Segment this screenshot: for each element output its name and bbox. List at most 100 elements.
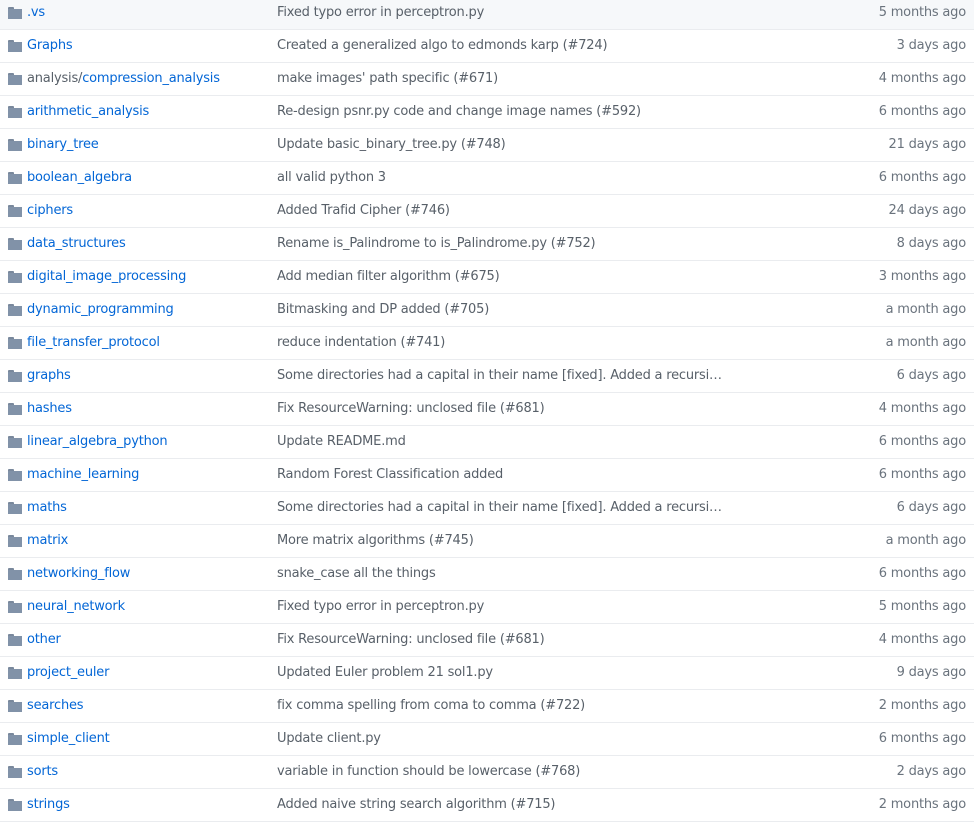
- file-row[interactable]: hashes Fix ResourceWarning: unclosed fil…: [0, 393, 974, 426]
- folder-link[interactable]: boolean_algebra: [27, 162, 132, 194]
- commit-age: 6 months ago: [878, 434, 966, 449]
- folder-link[interactable]: binary_tree: [27, 129, 99, 161]
- file-row[interactable]: .vs Fixed typo error in perceptron.py 5 …: [0, 0, 974, 30]
- folder-link[interactable]: searches: [27, 690, 84, 722]
- folder-icon: [8, 370, 22, 382]
- commit-message-link[interactable]: Some directories had a capital in their …: [277, 360, 722, 392]
- commit-age: 21 days ago: [888, 137, 967, 152]
- folder-link[interactable]: ciphers: [27, 195, 73, 227]
- file-row[interactable]: Graphs Created a generalized algo to edm…: [0, 30, 974, 63]
- folder-name: data_structures: [27, 236, 126, 251]
- folder-link[interactable]: dynamic_programming: [27, 294, 174, 326]
- commit-message-link[interactable]: Fix ResourceWarning: unclosed file (#681…: [277, 393, 545, 425]
- commit-message-link[interactable]: variable in function should be lowercase…: [277, 756, 580, 788]
- folder-link[interactable]: matrix: [27, 525, 68, 557]
- folder-icon: [8, 568, 22, 580]
- commit-message-link[interactable]: Fixed typo error in perceptron.py: [277, 591, 484, 623]
- folder-link[interactable]: strings: [27, 789, 70, 821]
- file-row[interactable]: simple_client Update client.py 6 months …: [0, 723, 974, 756]
- file-row[interactable]: data_structures Rename is_Palindrome to …: [0, 228, 974, 261]
- commit-message-link[interactable]: snake_case all the things: [277, 558, 436, 590]
- file-row[interactable]: binary_tree Update basic_binary_tree.py …: [0, 129, 974, 162]
- folder-icon: [8, 535, 22, 547]
- file-row[interactable]: machine_learning Random Forest Classific…: [0, 459, 974, 492]
- commit-message-link[interactable]: Fix ResourceWarning: unclosed file (#681…: [277, 624, 545, 656]
- folder-link[interactable]: digital_image_processing: [27, 261, 186, 293]
- file-row[interactable]: sorts variable in function should be low…: [0, 756, 974, 789]
- folder-icon: [8, 403, 22, 415]
- file-row[interactable]: linear_algebra_python Update README.md 6…: [0, 426, 974, 459]
- file-row[interactable]: searches fix comma spelling from coma to…: [0, 690, 974, 723]
- commit-message-link[interactable]: Created a generalized algo to edmonds ka…: [277, 30, 608, 62]
- folder-link[interactable]: hashes: [27, 393, 72, 425]
- commit-message-link[interactable]: Re-design psnr.py code and change image …: [277, 96, 641, 128]
- folder-link[interactable]: data_structures: [27, 228, 126, 260]
- folder-link[interactable]: file_transfer_protocol: [27, 327, 160, 359]
- file-row[interactable]: project_euler Updated Euler problem 21 s…: [0, 657, 974, 690]
- file-row[interactable]: other Fix ResourceWarning: unclosed file…: [0, 624, 974, 657]
- file-row[interactable]: digital_image_processing Add median filt…: [0, 261, 974, 294]
- folder-link[interactable]: simple_client: [27, 723, 110, 755]
- file-row[interactable]: dynamic_programming Bitmasking and DP ad…: [0, 294, 974, 327]
- folder-link[interactable]: project_euler: [27, 657, 109, 689]
- commit-message-link[interactable]: Update basic_binary_tree.py (#748): [277, 129, 506, 161]
- folder-link[interactable]: sorts: [27, 756, 58, 788]
- commit-age: 2 months ago: [878, 797, 966, 812]
- commit-age: 6 days ago: [896, 500, 967, 515]
- commit-age: 4 months ago: [878, 401, 966, 416]
- file-row[interactable]: maths Some directories had a capital in …: [0, 492, 974, 525]
- folder-icon: [8, 469, 22, 481]
- folder-name: arithmetic_analysis: [27, 104, 150, 119]
- folder-link[interactable]: Graphs: [27, 30, 73, 62]
- file-row[interactable]: graphs Some directories had a capital in…: [0, 360, 974, 393]
- folder-icon: [8, 799, 22, 811]
- commit-message-link[interactable]: fix comma spelling from coma to comma (#…: [277, 690, 585, 722]
- folder-link[interactable]: networking_flow: [27, 558, 130, 590]
- file-row[interactable]: strings Added naive string search algori…: [0, 789, 974, 822]
- file-row[interactable]: file_transfer_protocol reduce indentatio…: [0, 327, 974, 360]
- folder-icon: [8, 238, 22, 250]
- folder-link[interactable]: neural_network: [27, 591, 125, 623]
- folder-icon: [8, 7, 22, 19]
- folder-icon: [8, 304, 22, 316]
- commit-message-link[interactable]: Bitmasking and DP added (#705): [277, 294, 489, 326]
- folder-link[interactable]: .vs: [27, 0, 45, 29]
- folder-link[interactable]: arithmetic_analysis: [27, 96, 149, 128]
- folder-name: ciphers: [27, 203, 73, 218]
- folder-name: other: [27, 632, 61, 647]
- commit-message-link[interactable]: Added Trafid Cipher (#746): [277, 195, 450, 227]
- commit-message-link[interactable]: Rename is_Palindrome to is_Palindrome.py…: [277, 228, 596, 260]
- file-row[interactable]: networking_flow snake_case all the thing…: [0, 558, 974, 591]
- folder-link[interactable]: analysis/compression_analysis: [27, 63, 220, 95]
- commit-message-link[interactable]: reduce indentation (#741): [277, 327, 445, 359]
- folder-name: Graphs: [27, 38, 73, 53]
- commit-message-link[interactable]: Update client.py: [277, 723, 381, 755]
- commit-message-link[interactable]: Random Forest Classification added: [277, 459, 503, 491]
- commit-message-link[interactable]: Fixed typo error in perceptron.py: [277, 0, 484, 29]
- commit-message-link[interactable]: Add median filter algorithm (#675): [277, 261, 500, 293]
- file-row[interactable]: ciphers Added Trafid Cipher (#746) 24 da…: [0, 195, 974, 228]
- commit-message-link[interactable]: Updated Euler problem 21 sol1.py: [277, 657, 493, 689]
- file-row[interactable]: arithmetic_analysis Re-design psnr.py co…: [0, 96, 974, 129]
- folder-link[interactable]: other: [27, 624, 61, 656]
- commit-message-link[interactable]: all valid python 3: [277, 162, 386, 194]
- folder-link[interactable]: graphs: [27, 360, 71, 392]
- commit-age: 8 days ago: [896, 236, 967, 251]
- file-row[interactable]: analysis/compression_analysis make image…: [0, 63, 974, 96]
- commit-message-link[interactable]: Update README.md: [277, 426, 406, 458]
- folder-link[interactable]: machine_learning: [27, 459, 139, 491]
- commit-age: 6 months ago: [878, 467, 966, 482]
- commit-message-link[interactable]: Some directories had a capital in their …: [277, 492, 722, 524]
- file-row[interactable]: boolean_algebra all valid python 3 6 mon…: [0, 162, 974, 195]
- file-row[interactable]: neural_network Fixed typo error in perce…: [0, 591, 974, 624]
- commit-age: 4 months ago: [878, 632, 966, 647]
- folder-link[interactable]: linear_algebra_python: [27, 426, 168, 458]
- file-row[interactable]: matrix More matrix algorithms (#745) a m…: [0, 525, 974, 558]
- folder-icon: [8, 271, 22, 283]
- commit-message-link[interactable]: More matrix algorithms (#745): [277, 525, 474, 557]
- folder-link[interactable]: maths: [27, 492, 67, 524]
- folder-icon: [8, 766, 22, 778]
- commit-age: 4 months ago: [878, 71, 966, 86]
- commit-message-link[interactable]: Added naive string search algorithm (#71…: [277, 789, 555, 821]
- commit-message-link[interactable]: make images' path specific (#671): [277, 63, 498, 95]
